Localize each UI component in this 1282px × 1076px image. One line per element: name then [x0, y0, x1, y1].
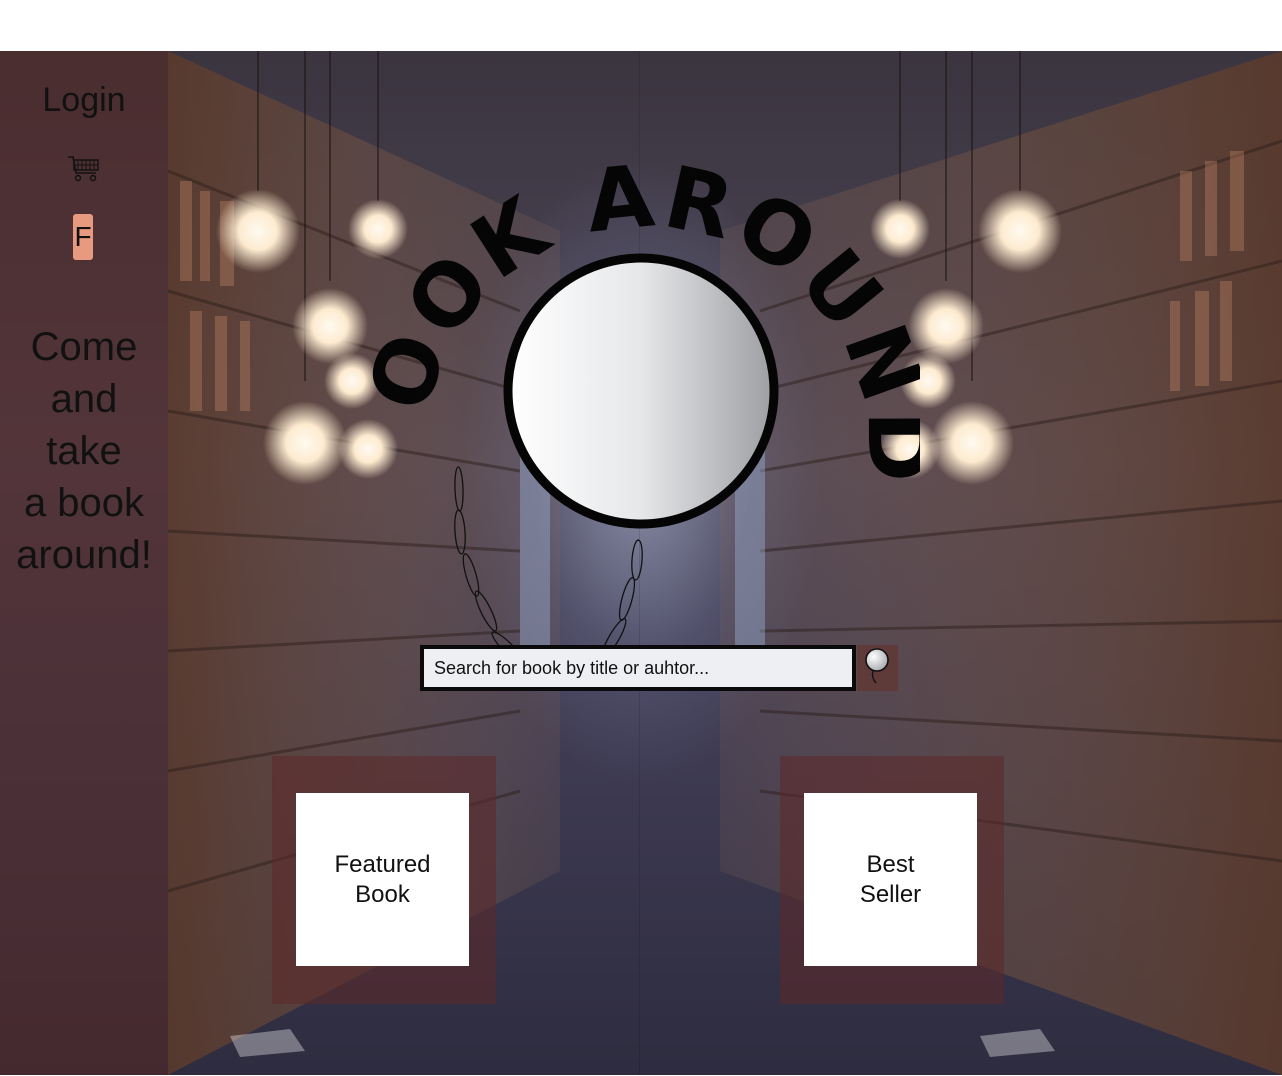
best-seller-card[interactable]: Best Seller — [804, 793, 977, 966]
hero-background: Login F Come and take a book around! OOK… — [0, 51, 1282, 1075]
search-icon — [865, 648, 889, 684]
best-seller-label: Seller — [859, 880, 922, 908]
tagline-line: take — [46, 429, 122, 473]
sidebar: Login F Come and take a book around! — [0, 51, 168, 1075]
facebook-icon[interactable]: F — [73, 214, 93, 260]
featured-book-label: Featured — [334, 850, 431, 878]
tagline-line: Come — [30, 325, 138, 369]
best-seller-label: Best — [866, 850, 915, 878]
search-input[interactable] — [420, 645, 856, 691]
search-button[interactable] — [857, 645, 898, 691]
login-link[interactable]: Login — [0, 81, 168, 120]
tagline: Come and take a book around! — [0, 321, 168, 581]
tagline-line: a book — [23, 481, 145, 525]
tagline-line: around! — [16, 533, 152, 577]
book-around-logo: BOOK AROUND — [360, 91, 920, 677]
magnifying-glass-icon — [503, 253, 779, 529]
shopping-cart-icon[interactable] — [67, 153, 101, 183]
search-bar — [420, 645, 898, 691]
featured-book-label: Book — [355, 880, 410, 908]
tagline-line: and — [50, 377, 118, 421]
featured-book-card[interactable]: Featured Book — [296, 793, 469, 966]
